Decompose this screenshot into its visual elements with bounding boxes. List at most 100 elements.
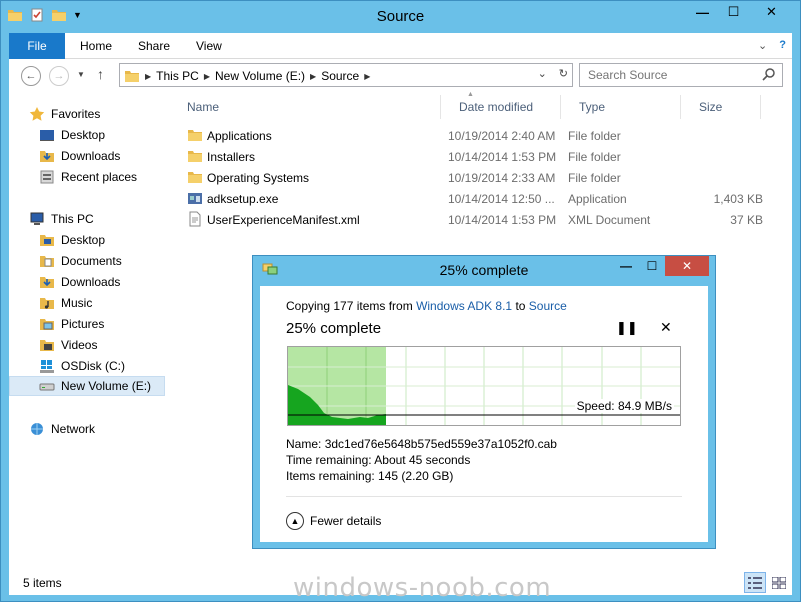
forward-arrow-icon: → [53,70,65,82]
breadcrumb-item[interactable]: Source [321,69,359,83]
drive-icon [39,383,55,391]
network-icon [31,423,43,435]
tab-file[interactable]: File [9,33,65,59]
detail-time-label: Time remaining: [286,453,372,467]
nav-pc-desktop[interactable]: Desktop [39,230,105,250]
dialog-separator [286,496,682,497]
detail-items-label: Items remaining: [286,469,375,483]
nav-network[interactable]: Network [29,419,95,439]
cancel-copy-button[interactable]: ✕ [660,319,672,336]
ribbon: File Home Share View ⌄ ? [9,33,792,59]
tab-view[interactable]: View [196,33,222,59]
minimize-button[interactable]: — [687,1,718,23]
back-button[interactable]: ← [21,66,41,86]
breadcrumb-item[interactable]: New Volume (E:) [215,69,305,83]
up-arrow-icon[interactable]: ↑ [97,66,104,82]
navigation-bar: ← → ▼ ↑ ▶ This PC ▶ New Volume (E:) ▶ So… [9,59,792,91]
file-name: Operating Systems [207,171,310,185]
file-date: 10/14/2014 1:53 PM [448,150,557,164]
file-row-installers[interactable]: Installers 10/14/2014 1:53 PM File folde… [187,146,767,167]
file-row-userexperiencemanifest[interactable]: UserExperienceManifest.xml 10/14/2014 1:… [187,209,767,230]
column-header-name[interactable]: Name [169,95,441,119]
music-folder-icon [40,298,54,309]
search-box [579,63,783,87]
dialog-maximize-button[interactable]: ☐ [639,256,665,276]
nav-item-label: Pictures [61,317,105,331]
computer-icon [30,212,44,225]
file-date: 10/14/2014 12:50 ... [448,192,555,206]
detail-name-row: Name: 3dc1ed76e5648b575ed559e37a1052f0.c… [286,436,557,452]
large-icons-view-button[interactable] [768,572,790,593]
folder-icon [188,151,202,162]
desktop-icon [40,130,54,141]
speed-label: Speed: 84.9 MB/s [574,399,674,413]
fewer-details-button[interactable]: ▲ Fewer details [286,512,381,530]
destination-link[interactable]: Source [529,299,567,313]
folder-icon [125,71,139,82]
detail-time-row: Time remaining: About 45 seconds [286,452,557,468]
nav-pc-new-volume[interactable]: New Volume (E:) [9,376,165,396]
file-size: 37 KB [730,213,763,227]
file-type: Application [568,192,627,206]
tab-home[interactable]: Home [80,33,112,59]
nav-pc-documents[interactable]: Documents [39,251,122,271]
desktop-folder-icon [40,235,54,246]
source-link[interactable]: Windows ADK 8.1 [416,299,512,313]
file-name: adksetup.exe [207,192,279,206]
maximize-button[interactable]: ☐ [718,1,749,23]
help-icon[interactable]: ? [779,39,786,52]
recent-locations-icon[interactable]: ▼ [77,70,85,79]
breadcrumb-item[interactable]: This PC [156,69,199,83]
ribbon-right-controls: ⌄ ? [758,39,786,52]
windows-drive-icon [40,360,54,373]
copy-to-word: to [512,299,529,313]
close-button[interactable]: ✕ [749,1,794,23]
search-input[interactable] [588,65,764,85]
dialog-window-controls: — ☐ ✕ [613,256,709,276]
forward-button[interactable]: → [49,66,69,86]
nav-pc-pictures[interactable]: Pictures [39,314,104,334]
dialog-minimize-button[interactable]: — [613,256,639,276]
file-row-adksetup[interactable]: adksetup.exe 10/14/2014 12:50 ... Applic… [187,188,767,209]
exe-icon [188,193,202,204]
chevron-right-icon[interactable]: ▶ [310,72,316,81]
file-type: File folder [568,150,621,164]
pause-button[interactable]: ❚❚ [616,320,638,336]
dialog-close-button[interactable]: ✕ [665,256,709,276]
nav-this-pc-label: This PC [51,212,94,226]
chevron-right-icon[interactable]: ▶ [364,72,370,81]
chevron-right-icon[interactable]: ▶ [145,72,151,81]
file-name: Installers [207,150,256,164]
chevron-right-icon[interactable]: ▶ [204,72,210,81]
refresh-icon[interactable]: ↻ [559,67,568,80]
search-icon[interactable] [762,67,776,81]
nav-fav-desktop[interactable]: Desktop [39,125,105,145]
details-view-button[interactable] [744,572,766,593]
file-row-operating-systems[interactable]: Operating Systems 10/19/2014 2:33 AM Fil… [187,167,767,188]
column-header-date[interactable]: Date modified [441,95,561,119]
nav-favorites-label: Favorites [51,107,101,121]
detail-time-value: About 45 seconds [374,453,471,467]
file-row-applications[interactable]: Applications 10/19/2014 2:40 AM File fol… [187,125,767,146]
nav-favorites[interactable]: Favorites [29,104,100,124]
expand-ribbon-icon[interactable]: ⌄ [758,39,767,52]
column-header-type[interactable]: Type [561,95,681,119]
column-header-size[interactable]: Size [681,95,761,119]
transfer-speed-graph: Speed: 84.9 MB/s [287,346,681,426]
chevron-down-icon[interactable]: ⌄ [538,67,547,80]
nav-pc-videos[interactable]: Videos [39,335,97,355]
nav-item-label: OSDisk (C:) [61,359,125,373]
tab-share[interactable]: Share [138,33,170,59]
breadcrumb: ▶ This PC ▶ New Volume (E:) ▶ Source ▶ [124,68,370,84]
window-controls: — ☐ ✕ [687,1,794,23]
nav-this-pc[interactable]: This PC [29,209,94,229]
nav-fav-downloads[interactable]: Downloads [39,146,120,166]
nav-fav-recent-places[interactable]: Recent places [39,167,137,187]
nav-pc-osdisk[interactable]: OSDisk (C:) [39,356,125,376]
nav-pc-downloads[interactable]: Downloads [39,272,120,292]
nav-pc-music[interactable]: Music [39,293,92,313]
explorer-window: ▼ Source — ☐ ✕ File Home Share View ⌄ ? … [0,0,801,602]
folder-icon [188,130,202,141]
detail-items-value: 145 (2.20 GB) [378,469,454,483]
address-bar[interactable]: ▶ This PC ▶ New Volume (E:) ▶ Source ▶ ⌄… [119,63,573,87]
